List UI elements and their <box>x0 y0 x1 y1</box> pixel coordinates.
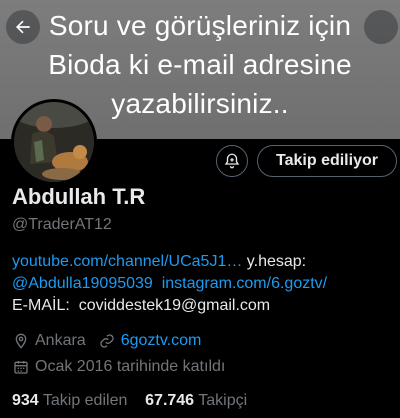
joined-text: Ocak 2016 tarihinde katıldı <box>35 358 226 375</box>
more-options-button[interactable] <box>364 10 398 44</box>
instagram-link[interactable]: instagram.com/6.goztv/ <box>162 275 327 292</box>
email-value: coviddestek19@gmail.com <box>78 297 271 314</box>
following-stat[interactable]: 934 Takip edilen <box>12 392 127 409</box>
profile-name: Abdullah T.R <box>12 184 146 209</box>
alt-account-label: y.hesap: <box>242 253 307 270</box>
banner-line-2: Bioda ki e-mail adresine <box>48 49 352 80</box>
profile-joined-row: Ocak 2016 tarihinde katıldı <box>12 358 400 376</box>
avatar-photo <box>14 102 94 182</box>
notify-button[interactable] <box>216 145 248 177</box>
banner-line-1: Soru ve görüşleriniz için <box>48 10 352 41</box>
location-icon <box>12 332 30 350</box>
followers-stat[interactable]: 67.746 Takipçi <box>145 392 247 409</box>
followers-label: Takipçi <box>198 392 248 409</box>
followers-count: 67.746 <box>145 392 195 409</box>
profile-handle: @TraderAT12 <box>12 216 112 233</box>
location-text: Ankara <box>35 332 86 349</box>
profile-bio: youtube.com/channel/UCa5J1… y.hesap: @Ab… <box>12 251 400 317</box>
email-label: E-MAİL: <box>12 297 70 314</box>
bio-row-2: @Abdulla19095039 instagram.com/6.goztv/ <box>12 273 400 295</box>
following-count: 934 <box>12 392 39 409</box>
bio-row-1: youtube.com/channel/UCa5J1… y.hesap: <box>12 251 400 273</box>
profile-meta-row: Ankara 6goztv.com <box>12 332 400 350</box>
youtube-link[interactable]: youtube.com/channel/UCa5J1… <box>12 253 242 270</box>
link-icon <box>98 332 116 350</box>
website-link[interactable]: 6goztv.com <box>121 332 202 350</box>
alt-account-link[interactable]: @Abdulla19095039 <box>12 275 153 292</box>
bell-plus-icon <box>224 153 240 169</box>
bio-row-3: E-MAİL: coviddestek19@gmail.com <box>12 295 400 317</box>
following-button[interactable]: Takip ediliyor <box>257 145 397 177</box>
arrow-left-icon <box>16 20 30 34</box>
calendar-icon <box>12 358 30 376</box>
profile-stats: 934 Takip edilen 67.746 Takipçi <box>12 392 247 410</box>
following-label: Takip edilen <box>42 392 128 409</box>
back-button[interactable] <box>6 10 40 44</box>
avatar[interactable] <box>11 99 97 185</box>
